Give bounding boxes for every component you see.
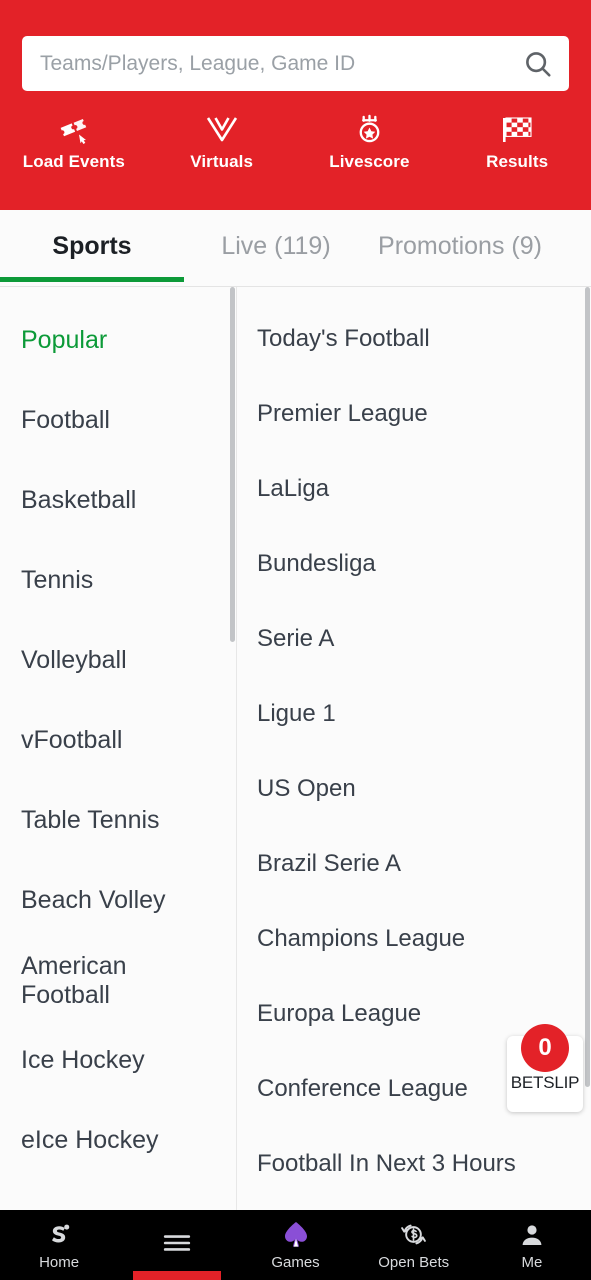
nav-label: Open Bets (378, 1253, 450, 1271)
league-label: Today's Football (257, 324, 430, 352)
list-item[interactable]: Ligue 1 (257, 676, 591, 751)
app-root: Load Events Virtuals (0, 0, 591, 1280)
virtuals-v-icon (205, 112, 239, 145)
league-label: Serie A (257, 624, 335, 652)
list-item[interactable]: Football In Next 3 Hours (257, 1126, 591, 1201)
nav-item-menu[interactable] (118, 1210, 236, 1280)
list-item[interactable]: Bundesliga (257, 526, 591, 601)
sidebar-item-volleyball[interactable]: Volleyball (0, 621, 236, 701)
app-header: Load Events Virtuals (0, 0, 591, 210)
league-label: Champions League (257, 924, 466, 952)
medal-star-icon (354, 112, 385, 145)
sidebar-item-label: Ice Hockey (21, 1046, 145, 1075)
search-input[interactable] (40, 36, 523, 91)
sidebar-item-label: Beach Volley (21, 886, 166, 915)
quick-action-label: Load Events (22, 152, 125, 171)
sidebar-item-table-tennis[interactable]: Table Tennis (0, 781, 236, 861)
sidebar-item-tennis[interactable]: Tennis (0, 541, 236, 621)
tab-label: Promotions (9) (378, 231, 542, 260)
sidebar-item-ice-hockey[interactable]: Ice Hockey (0, 1021, 236, 1101)
sidebar-item-basketball[interactable]: Basketball (0, 461, 236, 541)
league-label: Ligue 1 (257, 699, 336, 727)
league-label: Football In Next 3 Hours (257, 1149, 516, 1177)
league-label: LaLiga (257, 474, 330, 502)
league-label: Bundesliga (257, 549, 376, 577)
list-item[interactable]: Premier League (257, 376, 591, 451)
sidebar-item-label: eIce Hockey (21, 1126, 159, 1155)
search-icon[interactable] (523, 49, 553, 79)
league-label: Conference League (257, 1074, 468, 1102)
nav-label: Home (39, 1253, 80, 1271)
quick-action-label: Results (486, 152, 549, 171)
tab-sports[interactable]: Sports (0, 210, 184, 282)
nav-item-me[interactable]: Me (473, 1210, 591, 1280)
sidebar-item-beach-volley[interactable]: Beach Volley (0, 861, 236, 941)
list-item[interactable]: Today's Football (257, 301, 591, 376)
quick-action-results[interactable]: Results (443, 112, 591, 172)
person-icon (519, 1220, 545, 1250)
active-tab-indicator (133, 1271, 222, 1280)
search-bar[interactable] (22, 36, 569, 91)
sidebar-item-label: Volleyball (21, 646, 127, 675)
list-item[interactable]: LaLiga (257, 451, 591, 526)
nav-item-games[interactable]: Games (236, 1210, 354, 1280)
quick-action-livescore[interactable]: Livescore (296, 112, 444, 172)
quick-action-virtuals[interactable]: Virtuals (148, 112, 296, 172)
sidebar-item-label: Popular (21, 326, 108, 355)
nav-item-home[interactable]: Home (0, 1210, 118, 1280)
content-area: Popular Football Basketball Tennis Volle… (0, 287, 591, 1210)
league-label: Europa League (257, 999, 422, 1027)
bottom-navigation: Home Games Open Bets Me (0, 1210, 591, 1280)
sidebar-scrollbar[interactable] (230, 287, 235, 642)
list-item[interactable]: US Open (257, 751, 591, 826)
nav-label: Games (271, 1253, 320, 1271)
sidebar-item-label: American Football (21, 951, 127, 1009)
sidebar-item-vfootball[interactable]: vFootball (0, 701, 236, 781)
list-item[interactable]: Brazil Serie A (257, 826, 591, 901)
tab-label: Live (119) (221, 231, 331, 260)
league-label: Brazil Serie A (257, 849, 402, 877)
tab-promotions[interactable]: Promotions (9) (368, 210, 552, 282)
sidebar-item-popular[interactable]: Popular (0, 301, 236, 381)
list-item[interactable]: Champions League (257, 901, 591, 976)
sidebar-item-label: Basketball (21, 486, 137, 515)
list-item[interactable]: Serie A (257, 601, 591, 676)
quick-actions-row: Load Events Virtuals Livescore Results (0, 112, 591, 172)
hamburger-menu-icon (163, 1228, 191, 1258)
checkered-flag-icon (500, 112, 534, 145)
league-label: US Open (257, 774, 356, 802)
quick-action-label: Virtuals (190, 152, 254, 171)
nav-item-open-bets[interactable]: Open Bets (355, 1210, 473, 1280)
sidebar-item-american-football[interactable]: American Football (0, 941, 236, 1021)
sidebar-item-label: vFootball (21, 726, 123, 755)
quick-action-load-events[interactable]: Load Events (0, 112, 148, 172)
main-tabs: Sports Live (119) Promotions (9) (0, 210, 591, 287)
tab-live[interactable]: Live (119) (184, 210, 368, 282)
spade-icon (282, 1220, 310, 1250)
sidebar-item-label: Football (21, 406, 110, 435)
betslip-label: BETSLIP (510, 1073, 580, 1092)
quick-action-label: Livescore (329, 152, 410, 171)
sports-sidebar: Popular Football Basketball Tennis Volle… (0, 287, 237, 1210)
sporty-s-logo-icon (46, 1220, 73, 1250)
ticket-icon (58, 112, 90, 145)
refresh-dollar-icon (399, 1220, 428, 1250)
betslip-button[interactable]: 0 BETSLIP (507, 1024, 583, 1112)
betslip-count-badge: 0 (521, 1024, 569, 1072)
sidebar-item-label: Tennis (21, 566, 94, 595)
sidebar-item-football[interactable]: Football (0, 381, 236, 461)
sidebar-item-eice-hockey[interactable]: eIce Hockey (0, 1101, 236, 1181)
sidebar-item-label: Table Tennis (21, 806, 160, 835)
tab-label: Sports (52, 231, 132, 260)
nav-label: Me (521, 1253, 543, 1271)
content-scrollbar[interactable] (585, 287, 590, 1087)
league-label: Premier League (257, 399, 428, 427)
